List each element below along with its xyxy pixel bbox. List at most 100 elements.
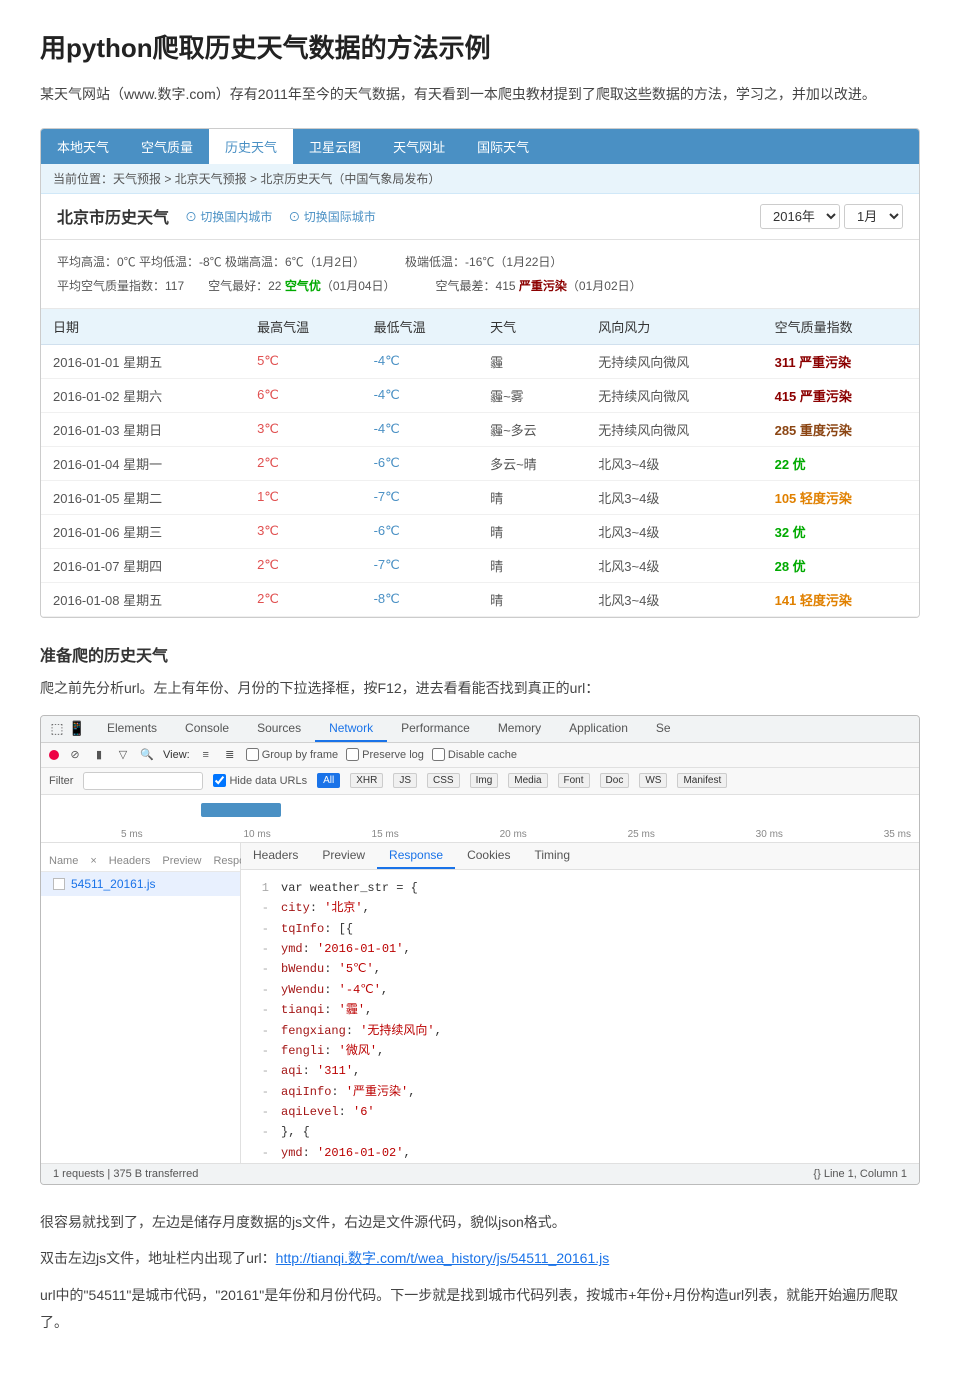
code-line: - tqInfo: [{ — [253, 919, 907, 939]
code-content: fengli: '微风', — [281, 1041, 384, 1061]
filter-input[interactable] — [83, 772, 203, 790]
timeline-5ms: 5 ms — [121, 829, 143, 840]
nav-air-quality[interactable]: 空气质量 — [125, 129, 209, 164]
table-row: 2016-01-03 星期日 3℃ -4℃ 霾~多云 无持续风向微风 285 重… — [41, 412, 919, 446]
cell-date: 2016-01-03 星期日 — [41, 412, 245, 446]
cell-aqi: 22 优 — [763, 446, 919, 480]
preserve-log-label: Preserve log — [362, 749, 424, 761]
nav-local-weather[interactable]: 本地天气 — [41, 129, 125, 164]
weather-table-body: 2016-01-01 星期五 5℃ -4℃ 霾 无持续风向微风 311 严重污染… — [41, 344, 919, 616]
nav-weather-site[interactable]: 天气网址 — [377, 129, 461, 164]
filter-font-btn[interactable]: Font — [558, 773, 590, 788]
col-weather: 天气 — [478, 309, 586, 345]
cell-low: -7℃ — [362, 480, 479, 514]
filter-media-btn[interactable]: Media — [508, 773, 547, 788]
filter-manifest-btn[interactable]: Manifest — [677, 773, 727, 788]
filter-ws-btn[interactable]: WS — [639, 773, 667, 788]
view-large-icon[interactable]: ≣ — [222, 747, 238, 763]
devtools-panel-tabs: Headers Preview Response Cookies Timing — [241, 843, 919, 870]
url-link[interactable]: http://tianqi.数字.com/t/wea_history/js/54… — [276, 1250, 610, 1266]
panel-tab-cookies[interactable]: Cookies — [455, 843, 522, 869]
page-title: 用python爬取历史天气数据的方法示例 — [40, 30, 920, 66]
switch-domestic-btn[interactable]: 切换国内城市 — [185, 208, 272, 225]
line-num: - — [253, 1102, 269, 1122]
line-num: - — [253, 1041, 269, 1061]
nav-satellite[interactable]: 卫星云图 — [293, 129, 377, 164]
panel-tab-preview[interactable]: Preview — [310, 843, 377, 869]
view-list-icon[interactable]: ≡ — [198, 747, 214, 763]
hide-data-urls-checkbox[interactable]: Hide data URLs — [213, 774, 307, 787]
col-low: 最低气温 — [362, 309, 479, 345]
table-row: 2016-01-06 星期三 3℃ -6℃ 晴 北风3~4级 32 优 — [41, 514, 919, 548]
tab-elements[interactable]: Elements — [93, 716, 171, 742]
table-row: 2016-01-07 星期四 2℃ -7℃ 晴 北风3~4级 28 优 — [41, 548, 919, 582]
cell-low: -6℃ — [362, 514, 479, 548]
clear-icon[interactable]: ▮ — [91, 747, 107, 763]
year-select[interactable]: 2016年 — [760, 204, 840, 229]
stop-icon[interactable]: ⊘ — [67, 747, 83, 763]
timeline-10ms: 10 ms — [243, 829, 270, 840]
code-line: - ymd: '2016-01-02', — [253, 1143, 907, 1163]
filter-doc-btn[interactable]: Doc — [600, 773, 630, 788]
panel-tab-response[interactable]: Response — [377, 843, 455, 869]
filter-css-btn[interactable]: CSS — [427, 773, 460, 788]
nav-history-weather[interactable]: 历史天气 — [209, 129, 293, 164]
month-select[interactable]: 1月 — [844, 204, 903, 229]
code-line: - city: '北京', — [253, 898, 907, 918]
cell-weather: 霾~雾 — [478, 378, 586, 412]
code-content: city: '北京', — [281, 898, 370, 918]
disable-cache-label: Disable cache — [448, 749, 517, 761]
code-line: - yWendu: '-4℃', — [253, 980, 907, 1000]
weather-screenshot: 本地天气 空气质量 历史天气 卫星云图 天气网址 国际天气 当前位置：天气预报 … — [40, 128, 920, 618]
cell-date: 2016-01-04 星期一 — [41, 446, 245, 480]
filter-xhr-btn[interactable]: XHR — [350, 773, 383, 788]
line-num: - — [253, 1000, 269, 1020]
weather-breadcrumb: 当前位置：天气预报 > 北京天气预报 > 北京历史天气（中国气象局发布） — [41, 164, 919, 194]
table-row: 2016-01-05 星期二 1℃ -7℃ 晴 北风3~4级 105 轻度污染 — [41, 480, 919, 514]
status-requests: 1 requests | 375 B transferred — [53, 1168, 198, 1180]
cell-high: 6℃ — [245, 378, 362, 412]
inspect-icon[interactable]: ⬚ — [49, 721, 65, 737]
filter-js-btn[interactable]: JS — [393, 773, 417, 788]
tab-application[interactable]: Application — [555, 716, 642, 742]
col-high: 最高气温 — [245, 309, 362, 345]
code-line: - aqi: '311', — [253, 1061, 907, 1081]
filter-toggle-icon[interactable]: ▽ — [115, 747, 131, 763]
panel-tab-timing[interactable]: Timing — [522, 843, 582, 869]
nav-intl-weather[interactable]: 国际天气 — [461, 129, 545, 164]
file-icon — [53, 878, 65, 890]
code-line: - ymd: '2016-01-01', — [253, 939, 907, 959]
search-icon[interactable]: 🔍 — [139, 747, 155, 763]
cell-aqi: 415 严重污染 — [763, 378, 919, 412]
timeline-bar: 5 ms 10 ms 15 ms 20 ms 25 ms 30 ms 35 ms — [41, 795, 919, 843]
tab-memory[interactable]: Memory — [484, 716, 555, 742]
weather-nav: 本地天气 空气质量 历史天气 卫星云图 天气网址 国际天气 — [41, 129, 919, 164]
tab-network[interactable]: Network — [315, 716, 387, 742]
record-icon[interactable] — [49, 750, 59, 760]
group-by-frame-checkbox[interactable]: Group by frame — [246, 748, 338, 761]
weather-table-head: 日期 最高气温 最低气温 天气 风向风力 空气质量指数 — [41, 309, 919, 345]
tab-sources[interactable]: Sources — [243, 716, 315, 742]
tab-console[interactable]: Console — [171, 716, 243, 742]
filter-img-btn[interactable]: Img — [470, 773, 499, 788]
tab-se[interactable]: Se — [642, 716, 685, 742]
preserve-log-checkbox[interactable]: Preserve log — [346, 748, 424, 761]
col-date: 日期 — [41, 309, 245, 345]
panel-tab-headers[interactable]: Headers — [241, 843, 310, 869]
cell-wind: 北风3~4级 — [586, 446, 762, 480]
title-prefix: 用 — [40, 33, 66, 63]
filter-all-btn[interactable]: All — [317, 773, 340, 788]
line-num: - — [253, 1082, 269, 1102]
switch-intl-btn[interactable]: 切换国际城市 — [288, 208, 375, 225]
code-content: bWendu: '5℃', — [281, 959, 381, 979]
tab-performance[interactable]: Performance — [387, 716, 484, 742]
file-item-js[interactable]: 54511_20161.js — [41, 872, 240, 896]
file-name: 54511_20161.js — [71, 877, 156, 891]
conclusion2: 双击左边js文件，地址栏内出现了url：http://tianqi.数字.com… — [40, 1245, 920, 1272]
code-content: aqiInfo: '严重污染', — [281, 1082, 415, 1102]
disable-cache-checkbox[interactable]: Disable cache — [432, 748, 517, 761]
cell-wind: 北风3~4级 — [586, 548, 762, 582]
cell-wind: 无持续风向微风 — [586, 344, 762, 378]
device-icon[interactable]: 📱 — [69, 721, 85, 737]
cell-low: -6℃ — [362, 446, 479, 480]
